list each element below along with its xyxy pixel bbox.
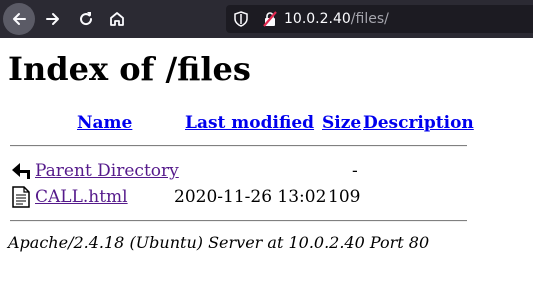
reload-icon xyxy=(80,12,93,26)
browser-toolbar: 10.0.2.40/files/ xyxy=(0,0,533,38)
column-header-last-modified: Last modified xyxy=(185,112,314,134)
home-button[interactable] xyxy=(101,3,133,35)
server-signature: Apache/2.4.18 (Ubuntu) Server at 10.0.2.… xyxy=(8,233,430,252)
column-header-name: Name xyxy=(77,112,132,134)
page-content: Index of /files Name Last modified Size … xyxy=(0,38,533,293)
reload-button[interactable] xyxy=(70,3,102,35)
home-icon xyxy=(110,12,124,26)
address-bar[interactable]: 10.0.2.40/files/ xyxy=(226,5,533,33)
header-divider xyxy=(10,145,467,147)
footer-divider xyxy=(10,220,467,222)
sort-by-name-link[interactable]: Name xyxy=(77,113,132,133)
file-last-modified: 2020-11-26 13:02 xyxy=(174,187,327,207)
forward-button[interactable] xyxy=(37,3,69,35)
url-text[interactable]: 10.0.2.40/files/ xyxy=(284,5,389,33)
back-arrow-icon xyxy=(13,13,26,25)
text-file-icon xyxy=(12,186,30,208)
back-button[interactable] xyxy=(3,3,35,35)
sort-by-last-modified-link[interactable]: Last modified xyxy=(185,113,314,133)
back-arrow-icon xyxy=(12,163,30,179)
column-header-size: Size xyxy=(322,112,361,134)
parent-directory-size: - xyxy=(352,161,358,181)
column-header-description: Description xyxy=(363,112,474,134)
tracking-protection-icon[interactable] xyxy=(234,11,248,31)
parent-directory-link[interactable]: Parent Directory xyxy=(35,160,179,182)
insecure-lock-icon[interactable] xyxy=(262,11,278,31)
sort-by-description-link[interactable]: Description xyxy=(363,113,474,133)
file-size: 109 xyxy=(328,187,361,207)
sort-by-size-link[interactable]: Size xyxy=(322,113,361,133)
forward-arrow-icon xyxy=(46,13,59,25)
url-host: 10.0.2.40 xyxy=(284,11,351,27)
url-path: /files/ xyxy=(350,11,389,27)
page-title: Index of /files xyxy=(8,50,251,88)
file-link[interactable]: CALL.html xyxy=(35,186,128,208)
